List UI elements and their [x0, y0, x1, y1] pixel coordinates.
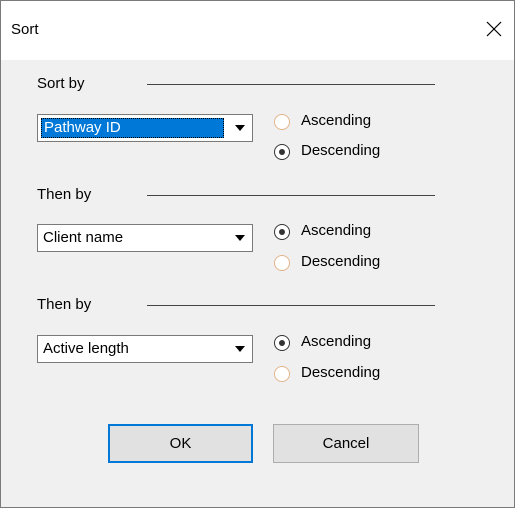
- radio-label: Descending: [301, 142, 381, 159]
- chevron-down-icon: [235, 235, 245, 241]
- radio-label: Descending: [301, 253, 381, 270]
- then-by-field-combo-1[interactable]: Client name: [37, 224, 253, 252]
- ok-button[interactable]: OK: [108, 424, 253, 463]
- sort-by-ascending-radio[interactable]: Ascending: [274, 112, 454, 132]
- chevron-down-icon: [235, 125, 245, 131]
- radio-selected-dot: [279, 149, 285, 155]
- close-icon: [486, 21, 502, 37]
- then-by-field-value-1: Client name: [43, 229, 124, 246]
- group-divider: [147, 195, 435, 196]
- then-by-2-ascending-radio[interactable]: Ascending: [274, 333, 454, 353]
- radio-circle: [274, 255, 290, 271]
- radio-circle: [274, 335, 290, 351]
- group-divider: [147, 305, 435, 306]
- radio-circle: [274, 144, 290, 160]
- group-label-then-by: Then by: [37, 186, 92, 203]
- sort-by-field-combo[interactable]: Pathway ID: [37, 114, 253, 142]
- radio-circle: [274, 224, 290, 240]
- dropdown-button[interactable]: [228, 115, 252, 141]
- dialog-title: Sort: [11, 21, 39, 38]
- radio-label: Ascending: [301, 333, 372, 350]
- radio-circle: [274, 114, 290, 130]
- radio-selected-dot: [279, 229, 285, 235]
- chevron-down-icon: [235, 346, 245, 352]
- cancel-button[interactable]: Cancel: [273, 424, 419, 463]
- dropdown-button[interactable]: [228, 225, 252, 251]
- sort-dialog: Sort Sort by Pathway ID Ascending Descen…: [0, 0, 515, 508]
- then-by-1-ascending-radio[interactable]: Ascending: [274, 222, 454, 242]
- group-divider: [147, 84, 435, 85]
- then-by-1-descending-radio[interactable]: Descending: [274, 253, 454, 273]
- sort-by-descending-radio[interactable]: Descending: [274, 142, 454, 162]
- group-label-sort-by: Sort by: [37, 75, 85, 92]
- sort-by-field-value: Pathway ID: [41, 118, 224, 138]
- then-by-2-descending-radio[interactable]: Descending: [274, 364, 454, 384]
- radio-label: Ascending: [301, 222, 372, 239]
- dropdown-button[interactable]: [228, 336, 252, 362]
- close-button[interactable]: [474, 11, 514, 51]
- title-bar: Sort: [1, 1, 514, 60]
- radio-circle: [274, 366, 290, 382]
- radio-label: Ascending: [301, 112, 372, 129]
- group-label-then-by: Then by: [37, 296, 92, 313]
- then-by-field-value-2: Active length: [43, 340, 129, 357]
- then-by-field-combo-2[interactable]: Active length: [37, 335, 253, 363]
- radio-label: Descending: [301, 364, 381, 381]
- radio-selected-dot: [279, 340, 285, 346]
